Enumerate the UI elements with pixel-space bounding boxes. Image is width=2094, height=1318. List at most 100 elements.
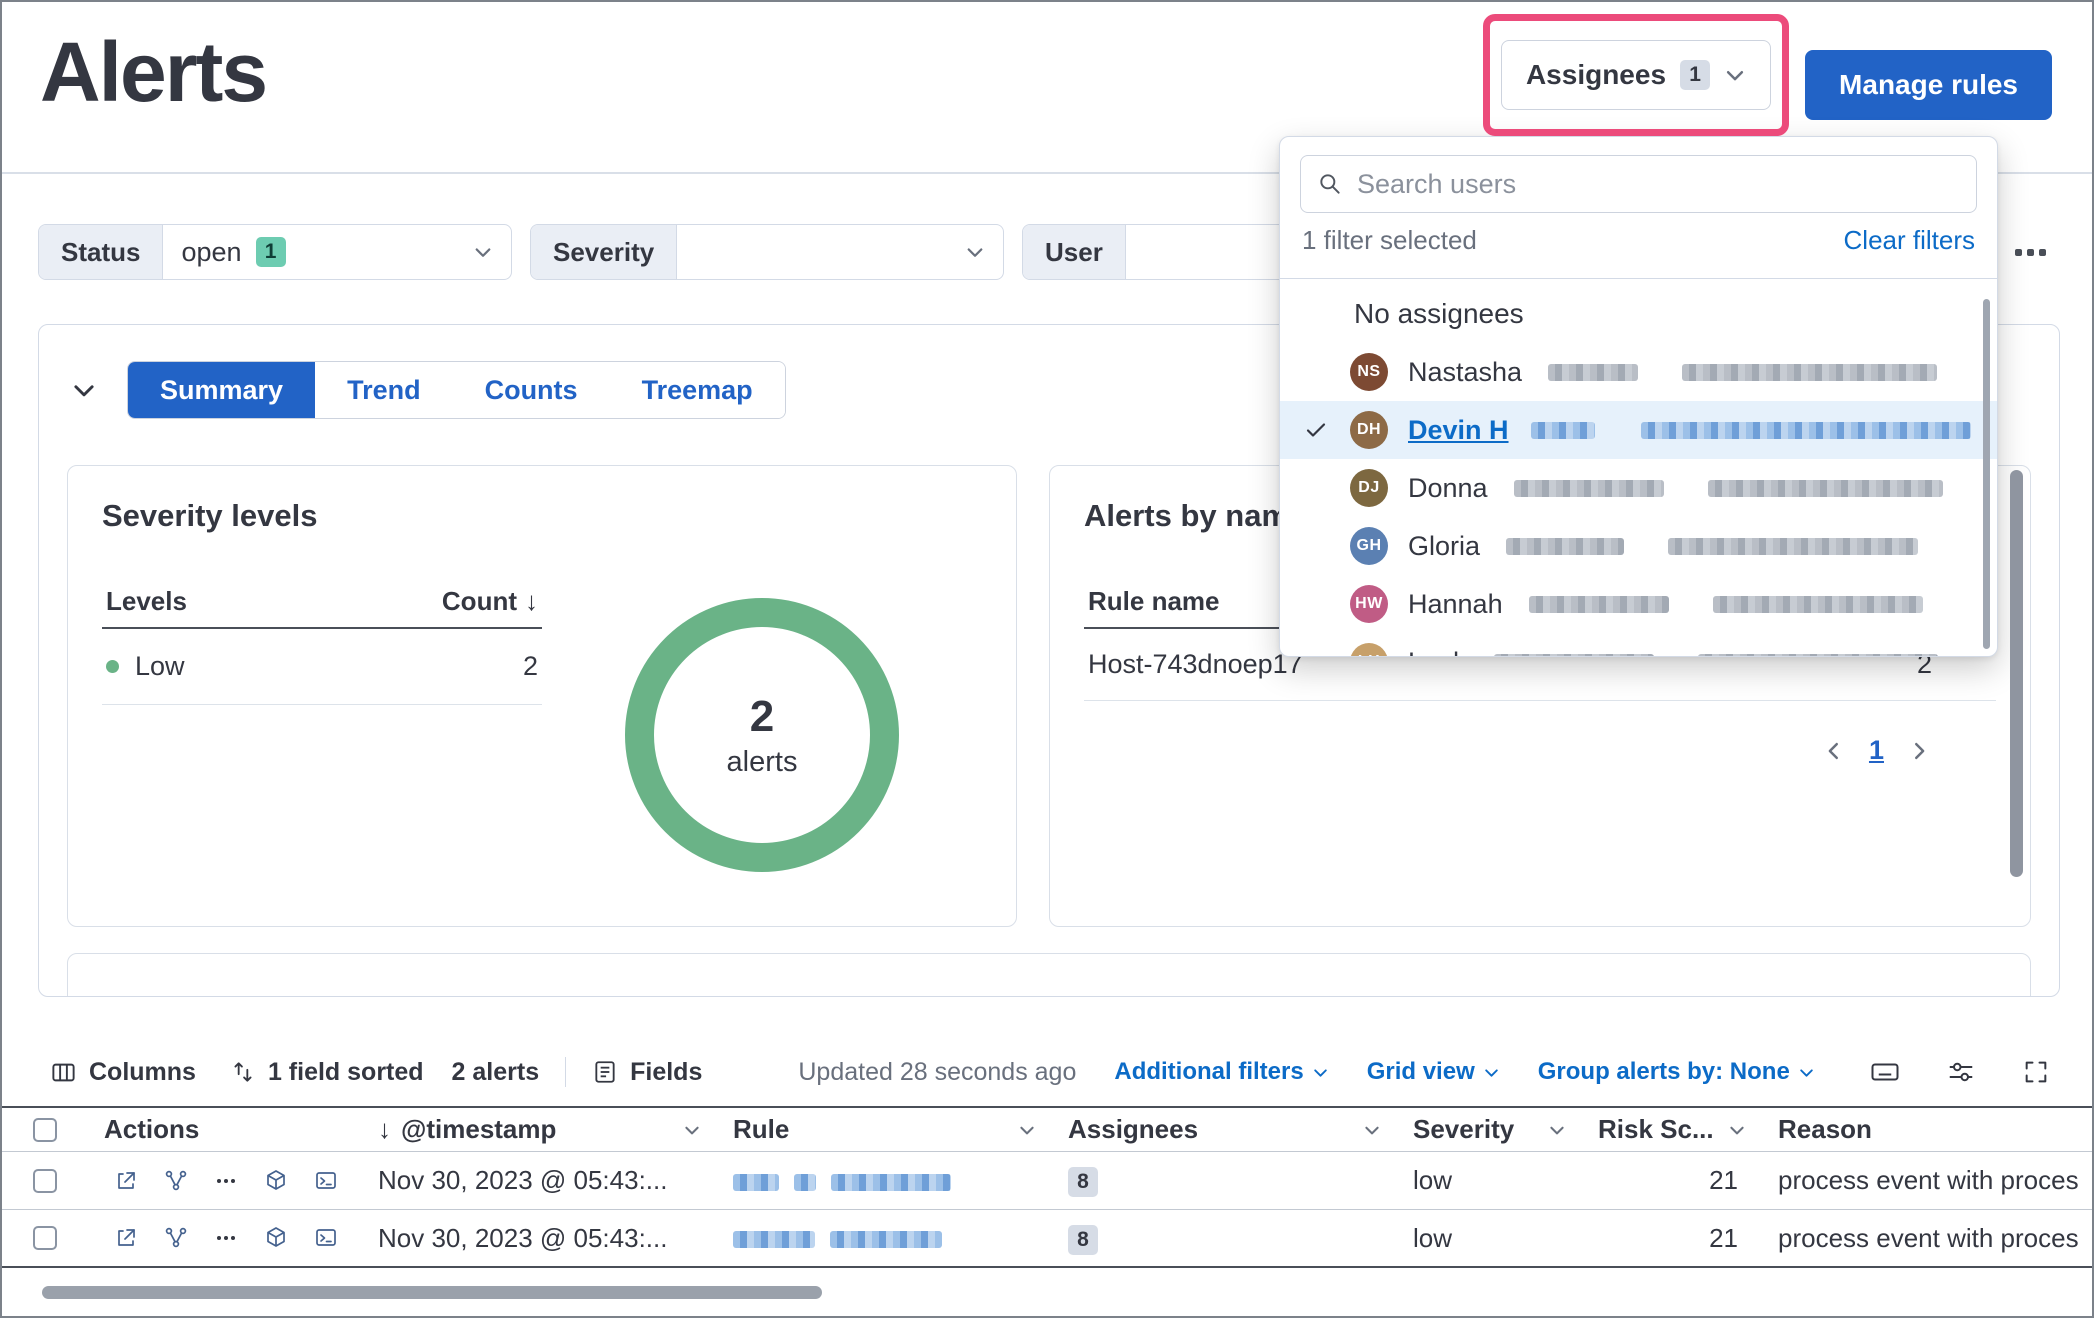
chevron-down-icon [473, 242, 493, 262]
osquery-icon[interactable] [264, 1226, 288, 1250]
severity-card-title: Severity levels [102, 498, 982, 534]
columns-icon [50, 1059, 77, 1086]
tab-counts[interactable]: Counts [453, 362, 610, 418]
expand-alert-icon[interactable] [114, 1226, 138, 1250]
alerts-data-grid: Actions ↓@timestamp Rule Assignees Sever… [2, 1106, 2092, 1268]
search-users-input[interactable] [1357, 169, 1960, 200]
next-page-icon[interactable] [1906, 738, 1932, 764]
alerts-page: Alerts Manage rules Assignees 1 Status o… [0, 0, 2094, 1318]
fullscreen-icon[interactable] [2020, 1056, 2052, 1088]
more-actions-icon[interactable] [214, 1226, 238, 1250]
additional-filters-button[interactable]: Additional filters [1114, 1058, 1328, 1086]
severity-table-col-count[interactable]: Count [442, 586, 517, 617]
assignees-count-badge: 1 [1680, 60, 1710, 90]
redacted-text [1531, 422, 1595, 439]
updated-status-text: Updated 28 seconds ago [798, 1058, 1076, 1087]
avatar: NS [1350, 353, 1388, 391]
severity-filter[interactable]: Severity [530, 224, 1004, 280]
expand-alert-icon[interactable] [114, 1169, 138, 1193]
assignee-option[interactable]: HW Hannah [1280, 575, 1997, 633]
osquery-icon[interactable] [264, 1169, 288, 1193]
redacted-text [1682, 364, 1937, 381]
tab-treemap[interactable]: Treemap [610, 362, 785, 418]
select-row-checkbox[interactable] [33, 1169, 57, 1193]
chevron-down-icon [1312, 1064, 1329, 1081]
risk-score-cell: 21 [1582, 1223, 1762, 1254]
assignee-option[interactable]: LH Leah [1280, 633, 1997, 657]
chevron-down-icon[interactable] [1018, 1121, 1036, 1139]
redacted-text [794, 1174, 816, 1191]
severity-row-low: Low 2 [102, 629, 542, 705]
analyzer-icon[interactable] [164, 1169, 188, 1193]
donut-unit-label: alerts [727, 746, 798, 779]
grid-view-button[interactable]: Grid view [1367, 1058, 1500, 1086]
assignee-option-no-assignees[interactable]: No assignees [1280, 285, 1997, 343]
alert-row[interactable]: Nov 30, 2023 @ 05:43:... 8 low 21 proces… [2, 1152, 2092, 1210]
timestamp-cell: Nov 30, 2023 @ 05:43:... [362, 1165, 717, 1196]
timestamp-cell: Nov 30, 2023 @ 05:43:... [362, 1223, 717, 1254]
avatar: DH [1350, 411, 1388, 449]
reason-cell: process event with proces [1762, 1165, 2092, 1196]
session-view-icon[interactable] [314, 1169, 338, 1193]
status-filter[interactable]: Status open 1 [38, 224, 512, 280]
chevron-down-icon[interactable] [1363, 1121, 1381, 1139]
chevron-down-icon[interactable] [683, 1121, 701, 1139]
severity-donut-chart: 2 alerts [625, 598, 899, 872]
assignee-option-selected[interactable]: DH Devin H [1280, 401, 1997, 459]
severity-table-col-levels: Levels [106, 586, 187, 617]
user-search-field[interactable] [1300, 155, 1977, 213]
assignee-option[interactable]: DJ Donna [1280, 459, 1997, 517]
column-timestamp[interactable]: ↓@timestamp [362, 1114, 717, 1145]
redacted-text [1506, 538, 1624, 555]
rule-cell-redacted[interactable] [717, 1165, 1052, 1196]
tab-summary[interactable]: Summary [128, 362, 315, 418]
more-actions-icon[interactable] [214, 1169, 238, 1193]
vertical-scrollbar[interactable] [2010, 470, 2023, 877]
analyzer-icon[interactable] [164, 1226, 188, 1250]
user-filter-label: User [1023, 225, 1126, 279]
display-options-icon[interactable] [1944, 1055, 1978, 1089]
column-severity[interactable]: Severity [1397, 1114, 1582, 1145]
redacted-text [1514, 480, 1664, 497]
select-all-checkbox[interactable] [33, 1118, 57, 1142]
severity-levels-card: Severity levels Levels Count ↓ [67, 465, 1017, 927]
clear-filters-button[interactable]: Clear filters [1844, 225, 1975, 256]
more-filters-icon[interactable] [2005, 239, 2056, 266]
prev-page-icon[interactable] [1821, 738, 1847, 764]
chevron-down-icon [1483, 1064, 1500, 1081]
chevron-down-icon[interactable] [1728, 1121, 1746, 1139]
assignee-option[interactable]: NS Nastasha [1280, 343, 1997, 401]
reason-cell: process event with proces [1762, 1223, 2092, 1254]
column-rule[interactable]: Rule [717, 1114, 1052, 1145]
page-1-button[interactable]: 1 [1869, 735, 1884, 766]
horizontal-scrollbar[interactable] [42, 1286, 822, 1299]
chart-view-tabs: Summary Trend Counts Treemap [127, 361, 786, 419]
select-row-checkbox[interactable] [33, 1226, 57, 1250]
status-filter-label: Status [39, 225, 163, 279]
avatar: HW [1350, 585, 1388, 623]
assignees-count-badge[interactable]: 8 [1068, 1225, 1098, 1255]
sorted-fields-button[interactable]: 1 field sorted [230, 1058, 424, 1087]
assignees-filter-button[interactable]: Assignees 1 [1501, 40, 1771, 110]
redacted-text [1641, 422, 1971, 439]
tab-trend[interactable]: Trend [315, 362, 453, 418]
rule-cell-redacted[interactable] [717, 1223, 1052, 1254]
chevron-down-icon[interactable] [1548, 1121, 1566, 1139]
fields-button[interactable]: Fields [592, 1058, 702, 1087]
assignees-popover: 1 filter selected Clear filters No assig… [1279, 136, 1998, 657]
column-reason[interactable]: Reason [1762, 1114, 2092, 1145]
alert-row[interactable]: Nov 30, 2023 @ 05:43:... 8 low 21 proces… [2, 1210, 2092, 1268]
assignee-option[interactable]: GH Gloria [1280, 517, 1997, 575]
session-view-icon[interactable] [314, 1226, 338, 1250]
assignees-count-badge[interactable]: 8 [1068, 1167, 1098, 1197]
popover-scrollbar[interactable] [1983, 299, 1990, 649]
low-severity-dot-icon [106, 660, 119, 673]
manage-rules-button[interactable]: Manage rules [1805, 50, 2052, 120]
columns-button[interactable]: Columns [50, 1058, 196, 1087]
column-risk-score[interactable]: Risk Sc... [1582, 1114, 1762, 1145]
column-assignees[interactable]: Assignees [1052, 1114, 1397, 1145]
collapse-charts-icon[interactable] [67, 373, 101, 407]
filter-selected-text: 1 filter selected [1302, 225, 1477, 256]
group-alerts-by-button[interactable]: Group alerts by: None [1538, 1058, 1815, 1086]
keyboard-shortcuts-icon[interactable] [1868, 1055, 1902, 1089]
